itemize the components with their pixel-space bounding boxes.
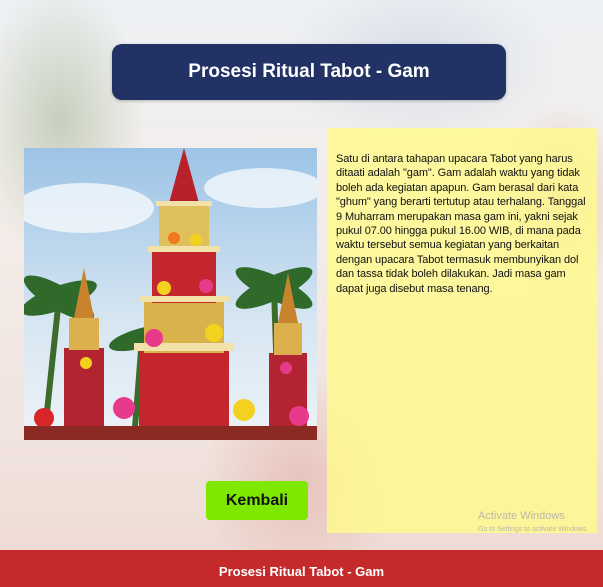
footer-title: Prosesi Ritual Tabot - Gam [218, 564, 385, 579]
page-title-banner: Prosesi Ritual Tabot - Gam [112, 44, 506, 100]
back-button-label: Kembali [225, 491, 289, 509]
footer-bar: Prosesi Ritual Tabot - Gam [0, 550, 603, 587]
tabot-photo [24, 148, 317, 440]
description-text: Satu di antara tahapan upacara Tabot yan… [336, 153, 586, 295]
back-button[interactable]: Kembali [206, 481, 308, 520]
watermark-title: Activate Windows [478, 510, 565, 522]
description-panel: Satu di antara tahapan upacara Tabot yan… [327, 128, 597, 533]
activate-windows-watermark: Activate Windows Go to Settings to activ… [478, 509, 589, 537]
watermark-subtitle: Go to Settings to activate Windows. [478, 526, 589, 533]
page-title: Prosesi Ritual Tabot - Gam [188, 61, 430, 82]
